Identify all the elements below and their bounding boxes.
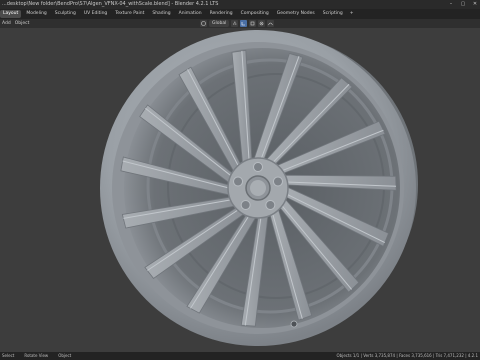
workspace-bar: Layout Modeling Sculpting UV Editing Texture… [0, 9, 480, 26]
transform-orientation-dropdown[interactable]: Global [209, 20, 230, 27]
wheel-lug-hole [233, 176, 244, 187]
transform-tools: Global ⁂ [200, 20, 275, 27]
wheel-valve-hole [290, 320, 298, 328]
menu-add[interactable]: Add [2, 21, 11, 26]
wheel-lug-hole [253, 162, 263, 172]
workspace-tabs: Layout Modeling Sculpting UV Editing Texture… [0, 10, 356, 18]
workspace-tab-shading[interactable]: Shading [149, 10, 173, 18]
snap-icon[interactable] [240, 20, 248, 27]
status-hint-select: Select [2, 353, 15, 358]
workspace-tab-scripting[interactable]: Scripting [320, 10, 346, 18]
status-hint-object: Object [58, 353, 72, 358]
3d-viewport[interactable] [0, 28, 480, 352]
window-controls: – ▢ ✕ [448, 0, 478, 9]
close-icon[interactable]: ✕ [472, 0, 478, 9]
workspace-tab-rendering[interactable]: Rendering [207, 10, 236, 18]
window-title: ...desktop\New folder\BendPro\S7\Algen_V… [2, 1, 219, 7]
snap-settings-icon[interactable] [249, 20, 257, 27]
wheel-lug-hole [272, 176, 283, 187]
viewport-menu: Add Object [2, 19, 33, 28]
workspace-tab-compositing[interactable]: Compositing [238, 10, 272, 18]
viewport-header: Add Object Global ⁂ [0, 19, 480, 28]
workspace-tab-sculpting[interactable]: Sculpting [52, 10, 79, 18]
falloff-icon[interactable] [267, 20, 275, 27]
workspace-tab-modeling[interactable]: Modeling [23, 10, 49, 18]
status-hint-rotate-view: Rotate View [24, 353, 49, 358]
workspace-tab-texture-paint[interactable]: Texture Paint [112, 10, 147, 18]
workspace-tab-layout[interactable]: Layout [0, 10, 22, 18]
proportional-edit-icon[interactable] [258, 20, 266, 27]
wheel-lug-hole [240, 199, 251, 210]
minimize-icon[interactable]: – [448, 0, 454, 9]
window-titlebar: ...desktop\New folder\BendPro\S7\Algen_V… [0, 0, 480, 9]
scene-statistics: Objects 1/1 | Verts 3,735,874 | Faces 3,… [336, 353, 478, 358]
workspace-tab-animation[interactable]: Animation [176, 10, 205, 18]
status-bar: Select Rotate View Object Objects 1/1 | Ve… [0, 352, 480, 360]
menu-object[interactable]: Object [15, 21, 30, 26]
wheel-render [100, 30, 418, 346]
maximize-icon[interactable]: ▢ [460, 0, 466, 9]
orientation-icon[interactable] [200, 20, 207, 27]
workspace-tab-uv-editing[interactable]: UV Editing [81, 10, 110, 18]
workspace-tab-geometry-nodes[interactable]: Geometry Nodes [274, 10, 318, 18]
wheel-lug-hole [265, 199, 276, 210]
status-hints: Select Rotate View Object [2, 352, 71, 360]
wheel-center-cap [250, 180, 266, 196]
add-workspace-button[interactable]: + [348, 10, 356, 18]
pivot-point-icon[interactable]: ⁂ [231, 20, 239, 27]
